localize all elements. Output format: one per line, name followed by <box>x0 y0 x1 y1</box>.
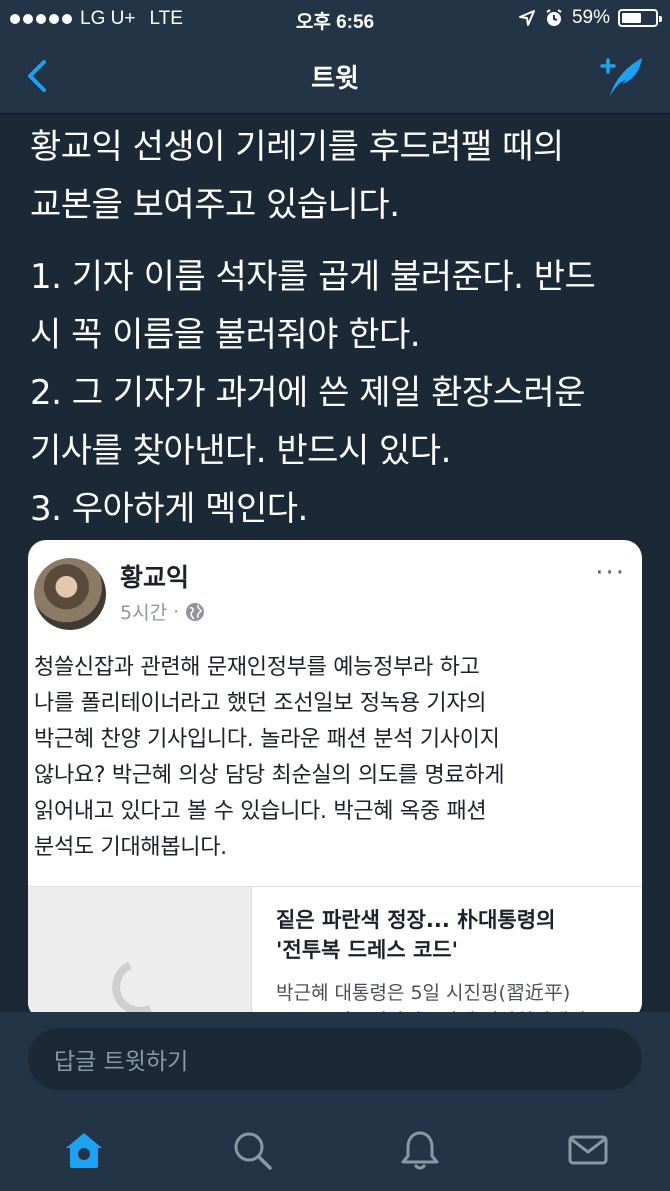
tweet-text: 황교익 선생이 기레기를 후드려팰 때의 교본을 보여주고 있습니다. 1. 기… <box>30 118 650 538</box>
embedded-image[interactable]: 황교익 5시간 · ··· 청쓸신잡과 관련해 문재인정부를 예능정부라 하고 … <box>28 540 642 1020</box>
post-author: 황교익 <box>120 563 190 592</box>
post-line: 읽어내고 있다고 볼 수 있습니다. 박근혜 옥중 패션 <box>34 799 487 824</box>
reply-bar: 답글 트윗하기 <box>0 1012 670 1108</box>
more-options-icon: ··· <box>595 558 626 588</box>
search-icon[interactable] <box>230 1128 274 1172</box>
link-title: 짙은 파란색 정장... 朴대통령의 '전투복 드레스 코드' <box>276 905 626 965</box>
tweet-line: 기사를 찾아낸다. 반드시 있다. <box>30 431 451 471</box>
link-title-line: 짙은 파란색 정장... 朴대통령의 <box>276 908 556 932</box>
loading-spinner-icon <box>104 951 176 1020</box>
post-line: 않나요? 박근혜 의상 담당 최순실의 의도를 명료하게 <box>34 763 505 788</box>
globe-icon <box>186 602 205 621</box>
tweet-line: 2. 그 기자가 과거에 쓴 제일 환장스러운 <box>30 373 585 413</box>
tab-bar <box>0 1108 670 1191</box>
battery-icon <box>618 9 662 27</box>
post-line: 박근혜 찬양 기사입니다. 놀라운 패션 분석 기사이지 <box>34 727 500 752</box>
reply-input[interactable]: 답글 트윗하기 <box>28 1028 642 1090</box>
tweet-line: 3. 우아하게 멕인다. <box>30 489 308 529</box>
tweet-line: 교본을 보여주고 있습니다. <box>30 185 400 225</box>
post-body: 청쓸신잡과 관련해 문재인정부를 예능정부라 하고 나를 폴리테이너라고 했던 … <box>34 650 634 866</box>
status-bar: LG U+ LTE 오후 6:56 59% <box>0 0 670 38</box>
battery-percent: 59% <box>571 7 610 28</box>
link-title-line: '전투복 드레스 코드' <box>276 938 459 962</box>
nav-title: 트윗 <box>311 64 359 94</box>
post-time: 5시간 <box>120 602 168 624</box>
home-icon[interactable] <box>62 1128 106 1172</box>
notifications-icon[interactable] <box>398 1128 442 1172</box>
link-thumbnail <box>28 887 252 1020</box>
status-right: 59% <box>518 7 662 29</box>
avatar <box>34 558 106 630</box>
nav-bar: 트윗 <box>0 38 670 114</box>
location-arrow-icon <box>518 10 535 26</box>
battery-level-fill <box>622 13 641 23</box>
reply-placeholder: 답글 트윗하기 <box>54 1049 189 1075</box>
compose-tweet-icon[interactable] <box>596 54 648 98</box>
post-meta: 5시간 · <box>120 598 205 625</box>
post-line: 청쓸신잡과 관련해 문재인정부를 예능정부라 하고 <box>34 655 480 680</box>
tweet-line: 1. 기자 이름 석자를 곱게 불러준다. 반드 <box>30 257 596 297</box>
tweet-line: 시 꼭 이름을 불러줘야 한다. <box>30 315 421 355</box>
tweet-line: 황교익 선생이 기레기를 후드려팰 때의 <box>30 127 564 167</box>
messages-icon[interactable] <box>566 1128 610 1172</box>
alarm-clock-icon <box>546 9 562 26</box>
link-desc-line: 박근혜 대통령은 5일 시진핑(習近平) <box>276 982 571 1004</box>
meta-separator: · <box>173 600 180 623</box>
post-line: 분석도 기대해봅니다. <box>34 835 227 860</box>
link-preview-card: 짙은 파란색 정장... 朴대통령의 '전투복 드레스 코드' 박근혜 대통령은… <box>28 886 642 1020</box>
post-line: 나를 폴리테이너라고 했던 조선일보 정녹용 기자의 <box>34 691 487 716</box>
